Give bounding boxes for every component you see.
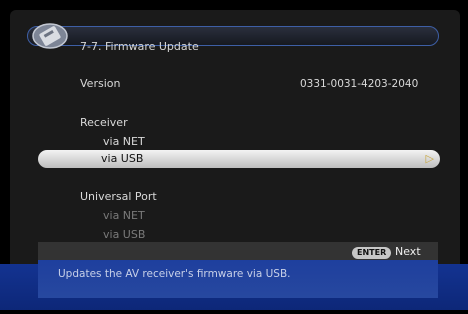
enter-key-badge: ENTER <box>352 247 392 259</box>
menu-item-port-via-usb: via USB <box>103 228 146 241</box>
menu-item-receiver-via-usb[interactable]: via USB ▷ <box>38 150 440 168</box>
settings-tool-icon <box>32 23 68 49</box>
description-text: Updates the AV receiver's firmware via U… <box>58 268 291 280</box>
version-value: 0331-0031-4203-2040 <box>300 78 419 90</box>
page-title: 7-7. Firmware Update <box>80 40 199 53</box>
triangle-right-icon: ▷ <box>425 152 434 165</box>
universal-port-heading: Universal Port <box>80 190 157 203</box>
menu-item-receiver-via-net[interactable]: via NET <box>103 135 145 148</box>
menu-item-label: via USB <box>101 152 144 165</box>
menu-item-port-via-net: via NET <box>103 209 145 222</box>
next-label[interactable]: Next <box>395 245 421 258</box>
receiver-heading: Receiver <box>80 116 128 129</box>
version-label: Version <box>80 77 121 90</box>
